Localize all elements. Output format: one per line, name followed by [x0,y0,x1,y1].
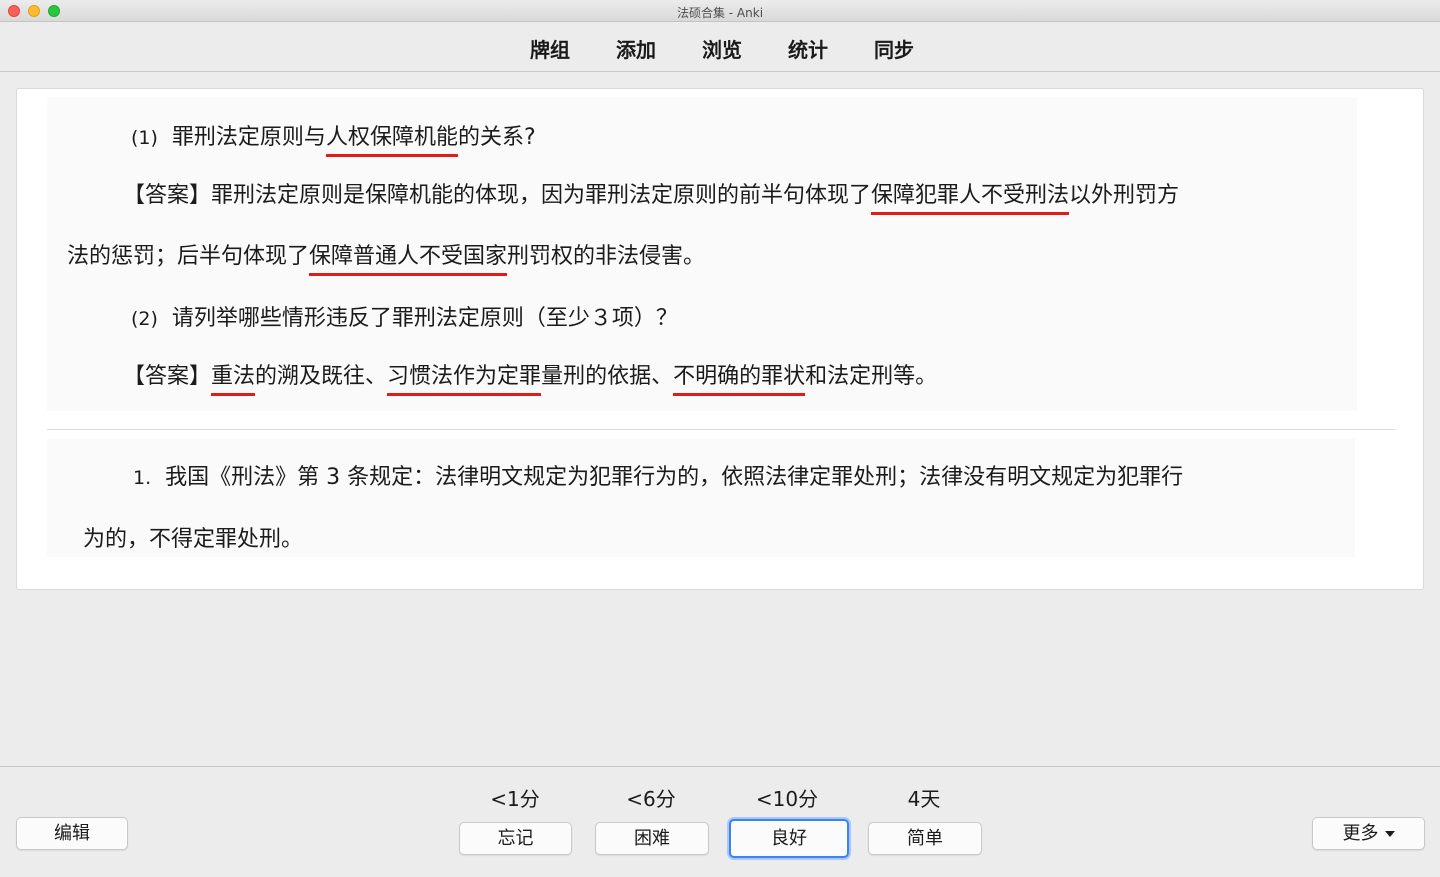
toolbar-sync[interactable]: 同步 [870,34,914,63]
easy-button[interactable]: 简单 [868,822,982,855]
due-again: <1分 [490,787,540,811]
edit-button[interactable]: 编辑 [16,817,128,850]
review-bar: 编辑 <1分 <6分 <10分 4天 忘记 困难 良好 简单 更多 [0,766,1440,877]
answer-1-line-1: 【答案】罪刑法定原则是保障机能的体现，因为罪刑法定原则的前半句体现了保障犯罪人不… [123,177,1179,215]
title-bar: 法硕合集 - Anki [0,0,1440,22]
good-button[interactable]: 良好 [729,819,849,858]
more-button[interactable]: 更多 [1312,817,1425,850]
question-2: (2) 请列举哪些情形违反了罪刑法定原则（至少３项）？ [131,306,678,331]
toolbar-browse[interactable]: 浏览 [698,34,742,63]
answer-1-line-2: 法的惩罚；后半句体现了保障普通人不受国家刑罚权的非法侵害。 [67,238,705,276]
window-title: 法硕合集 - Anki [676,6,764,20]
question-1: (1) 罪刑法定原则与人权保障机能的关系? [131,119,536,157]
answer-2: 【答案】重法的溯及既往、习惯法作为定罪量刑的依据、不明确的罪状和法定刑等。 [123,358,937,396]
hard-button[interactable]: 困难 [595,822,709,855]
toolbar-stats[interactable]: 统计 [784,34,828,63]
note-line-2: 为的，不得定罪处刑。 [83,527,304,552]
due-easy: 4天 [907,787,941,811]
due-good: <10分 [755,787,819,811]
toolbar-decks[interactable]: 牌组 [526,34,570,63]
again-button[interactable]: 忘记 [459,822,572,855]
card-content: (1) 罪刑法定原则与人权保障机能的关系? 【答案】罪刑法定原则是保障机能的体现，… [16,88,1424,590]
answer-divider [47,429,1395,430]
main-toolbar: 牌组 添加 浏览 统计 同步 [0,22,1440,72]
toolbar-add[interactable]: 添加 [612,34,656,63]
note-line-1: 1. 我国《刑法》第 3 条规定：法律明文规定为犯罪行为的，依照法律定罪处刑；法律… [133,465,1184,490]
chevron-down-icon [1384,831,1395,837]
due-hard: <6分 [626,787,676,811]
